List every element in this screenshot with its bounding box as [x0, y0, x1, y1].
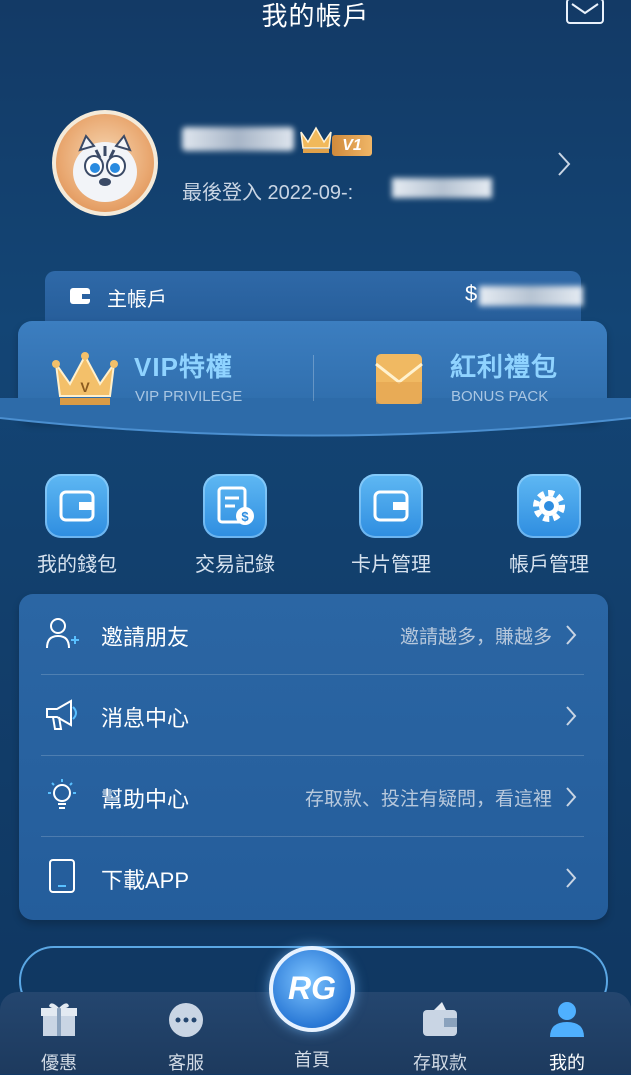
promo-divider [313, 355, 314, 401]
vip-crown-icon[interactable]: V [52, 350, 118, 413]
menu-item-invite-friends[interactable]: 邀請朋友 邀請越多，賺越多 [19, 594, 608, 675]
page-title: 我的帳戶 [261, 1, 370, 31]
vip-level-badge: V1 [332, 135, 372, 156]
quick-action-wallet[interactable]: 我的錢包 [17, 474, 137, 577]
chevron-right-icon[interactable] [556, 150, 572, 183]
chevron-right-icon [565, 705, 577, 732]
balance-redacted [479, 286, 583, 306]
tab-label: 客服 [168, 1053, 204, 1073]
currency-symbol: $ [465, 281, 478, 306]
chevron-right-icon [565, 867, 577, 894]
last-login-text: 最後登入 2022-09-: [182, 182, 354, 204]
svg-text:V: V [80, 379, 90, 395]
menu-item-message-center[interactable]: 消息中心 [19, 675, 608, 756]
tab-promotions[interactable]: 優惠 [14, 1000, 104, 1075]
home-logo-text: RG [288, 970, 336, 1006]
bonus-pack-title[interactable]: 紅利禮包 [450, 347, 558, 384]
menu-list: 邀請朋友 邀請越多，賺越多 消息中心 幫助中心 存取款、投注有疑問，看這裡 下載… [19, 594, 608, 920]
menu-item-help-center[interactable]: 幫助中心 存取款、投注有疑問，看這裡 [19, 756, 608, 837]
mobile-phone-icon [45, 859, 79, 898]
add-user-icon [45, 616, 79, 655]
gift-icon [41, 1003, 77, 1036]
quick-action-transactions[interactable]: $ 交易記錄 [175, 474, 295, 577]
gear-icon [517, 474, 581, 538]
mail-icon[interactable] [566, 0, 604, 24]
tab-my-account[interactable]: 我的 [522, 1000, 612, 1075]
main-account-label: 主帳戶 [107, 289, 167, 311]
menu-item-download-app[interactable]: 下載APP [19, 837, 608, 918]
menu-item-hint: 存取款、投注有疑問，看這裡 [304, 789, 552, 810]
crown-icon [298, 122, 334, 159]
tab-label: 我的 [549, 1053, 585, 1073]
username-redacted [182, 127, 294, 151]
megaphone-icon [45, 697, 79, 736]
vip-privilege-subtitle: VIP PRIVILEGE [135, 388, 243, 405]
tab-deposit-withdraw[interactable]: 存取款 [395, 1000, 485, 1075]
last-login-redacted [392, 178, 492, 198]
wallet-icon [423, 1002, 457, 1036]
chevron-right-icon [565, 786, 577, 813]
tab-label: 存取款 [413, 1053, 467, 1073]
quick-action-cards[interactable]: 卡片管理 [331, 474, 451, 577]
menu-item-hint: 邀請越多，賺越多 [399, 627, 552, 648]
bonus-pack-subtitle: BONUS PACK [451, 388, 549, 405]
chevron-right-icon [565, 624, 577, 651]
menu-item-title: 下載APP [101, 868, 190, 893]
vip-privilege-title[interactable]: VIP特權 [134, 347, 233, 384]
quick-action-account-settings[interactable]: 帳戶管理 [489, 474, 609, 577]
menu-item-title: 幫助中心 [101, 787, 190, 812]
menu-item-title: 邀請朋友 [101, 625, 190, 650]
bonus-envelope-icon[interactable] [374, 352, 424, 411]
svg-text:$: $ [241, 509, 249, 524]
wallet-icon [69, 287, 91, 310]
transaction-record-icon: $ [203, 474, 267, 538]
chat-bubble-icon [169, 1003, 203, 1037]
user-icon [550, 1002, 584, 1037]
avatar[interactable] [52, 110, 158, 216]
quick-action-label: 交易記錄 [195, 554, 275, 576]
lightbulb-icon [45, 778, 79, 817]
home-logo-button[interactable]: RG [269, 946, 355, 1032]
quick-action-label: 帳戶管理 [509, 554, 589, 576]
wallet-icon [45, 474, 109, 538]
tab-home-label[interactable]: 首頁 [282, 1046, 342, 1072]
quick-action-label: 我的錢包 [37, 554, 117, 576]
tab-customer-service[interactable]: 客服 [141, 1000, 231, 1075]
tab-label: 優惠 [41, 1053, 77, 1073]
quick-action-label: 卡片管理 [351, 554, 431, 576]
menu-item-title: 消息中心 [101, 706, 190, 731]
card-icon [359, 474, 423, 538]
